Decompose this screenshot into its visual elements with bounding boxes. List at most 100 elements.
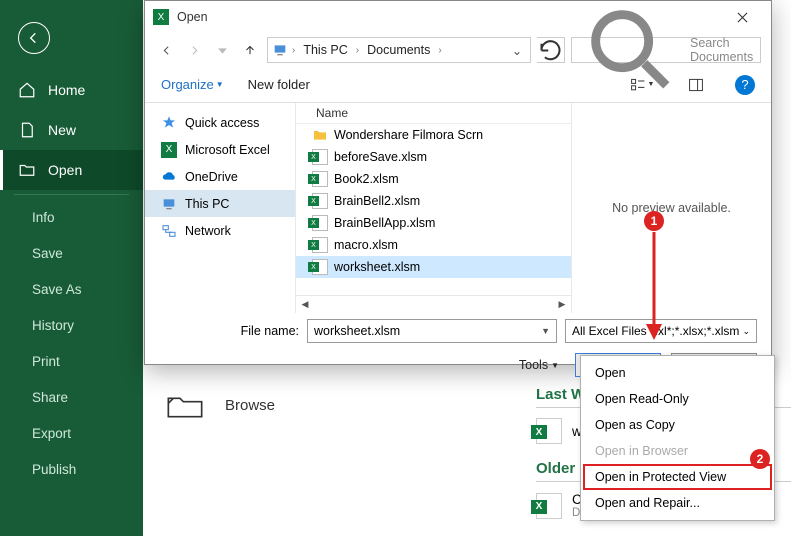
- menu-item[interactable]: Open as Copy: [583, 412, 772, 438]
- nav-up-button[interactable]: [239, 39, 261, 61]
- annotation-marker-1: 1: [644, 211, 664, 231]
- sidebar-item-open[interactable]: Open: [0, 150, 143, 190]
- excel-icon: X: [161, 142, 177, 158]
- backstage-sidebar: Home New Open Info Save Save As History …: [0, 0, 143, 536]
- preview-message: No preview available.: [612, 201, 731, 215]
- sidebar-item-info[interactable]: Info: [0, 199, 143, 235]
- file-name: beforeSave.xlsm: [334, 150, 427, 164]
- sidebar-item-new[interactable]: New: [0, 110, 143, 150]
- file-name: worksheet.xlsm: [334, 260, 420, 274]
- xlsm-file-icon: X: [312, 193, 328, 209]
- file-name: BrainBell2.xlsm: [334, 194, 420, 208]
- breadcrumb-bar[interactable]: › This PC › Documents › ⌄: [267, 37, 531, 63]
- nav-this-pc[interactable]: This PC: [145, 190, 295, 217]
- sidebar-item-print[interactable]: Print: [0, 343, 143, 379]
- sidebar-item-home[interactable]: Home: [0, 70, 143, 110]
- chevron-down-icon: ▼: [216, 80, 224, 89]
- excel-file-icon: [536, 493, 562, 519]
- breadcrumb-dropdown[interactable]: ⌄: [508, 43, 526, 58]
- filename-input[interactable]: worksheet.xlsm ▼: [307, 319, 557, 343]
- preview-pane-button[interactable]: [681, 73, 711, 97]
- xlsm-file-icon: X: [312, 237, 328, 253]
- scroll-right-button[interactable]: ▶: [553, 297, 571, 313]
- filename-row: File name: worksheet.xlsm ▼ All Excel Fi…: [159, 319, 757, 343]
- column-header-name[interactable]: Name: [296, 103, 571, 124]
- nav-recent-dropdown[interactable]: [211, 39, 233, 61]
- refresh-button[interactable]: [537, 37, 565, 63]
- sidebar-divider: [14, 194, 129, 195]
- sidebar-item-label: Open: [48, 162, 82, 178]
- nav-back-button[interactable]: [155, 39, 177, 61]
- preview-pane: No preview available.: [571, 103, 771, 313]
- filename-label: File name:: [159, 324, 299, 338]
- nav-excel[interactable]: XMicrosoft Excel: [145, 136, 295, 163]
- file-list: Name Wondershare Filmora Scrn XbeforeSave…: [295, 103, 571, 313]
- view-mode-button[interactable]: ▼: [627, 73, 657, 97]
- file-row[interactable]: X BrainBellApp.xlsm: [296, 212, 571, 234]
- dialog-body: Quick access XMicrosoft Excel OneDrive T…: [145, 103, 771, 313]
- search-placeholder: Search Documents: [690, 36, 754, 64]
- xlsm-file-icon: X: [312, 215, 328, 231]
- menu-item[interactable]: Open: [583, 360, 772, 386]
- folder-icon: [312, 127, 328, 143]
- open-dialog: X Open › This PC › Documents › ⌄ Search …: [144, 0, 772, 365]
- network-icon: [161, 223, 177, 239]
- chevron-down-icon[interactable]: ⌄: [742, 326, 750, 337]
- file-row[interactable]: Xmacro.xlsm: [296, 234, 571, 256]
- file-row[interactable]: Wondershare Filmora Scrn: [296, 124, 571, 146]
- pc-icon: [272, 42, 288, 58]
- sidebar-item-publish[interactable]: Publish: [0, 451, 143, 487]
- sidebar-item-export[interactable]: Export: [0, 415, 143, 451]
- organize-menu[interactable]: Organize▼: [161, 77, 224, 92]
- sidebar-item-history[interactable]: History: [0, 307, 143, 343]
- xlsm-file-icon: X: [312, 171, 328, 187]
- menu-item[interactable]: Open and Repair...: [583, 490, 772, 516]
- breadcrumb-seg[interactable]: Documents: [363, 43, 434, 57]
- nav-onedrive[interactable]: OneDrive: [145, 163, 295, 190]
- back-button[interactable]: [18, 22, 50, 54]
- menu-item: Open in Browser: [583, 438, 772, 464]
- dialog-title: Open: [177, 10, 208, 24]
- xlsm-file-icon: X: [312, 149, 328, 165]
- chevron-right-icon: ›: [438, 45, 441, 56]
- sidebar-item-label: Home: [48, 82, 85, 98]
- open-dropdown-menu: OpenOpen Read-OnlyOpen as CopyOpen in Br…: [580, 355, 775, 521]
- address-bar: › This PC › Documents › ⌄ Search Documen…: [145, 33, 771, 67]
- menu-item[interactable]: Open in Protected View: [583, 464, 772, 490]
- annotation-marker-2: 2: [750, 449, 770, 469]
- file-row[interactable]: X BrainBell2.xlsm: [296, 190, 571, 212]
- close-button[interactable]: [721, 3, 763, 31]
- h-scrollbar[interactable]: ◀ ▶: [296, 295, 571, 313]
- file-name: Wondershare Filmora Scrn: [334, 128, 483, 142]
- file-row[interactable]: Xworksheet.xlsm: [296, 256, 571, 278]
- breadcrumb-seg[interactable]: This PC: [299, 43, 351, 57]
- scroll-left-button[interactable]: ◀: [296, 297, 314, 313]
- nav-network[interactable]: Network: [145, 217, 295, 244]
- sidebar-item-label: New: [48, 122, 76, 138]
- file-name: Book2.xlsm: [334, 172, 399, 186]
- nav-tree: Quick access XMicrosoft Excel OneDrive T…: [145, 103, 295, 313]
- new-folder-button[interactable]: New folder: [248, 77, 310, 92]
- file-name: BrainBellApp.xlsm: [334, 216, 435, 230]
- file-row[interactable]: X Book2.xlsm: [296, 168, 571, 190]
- chevron-right-icon: ›: [292, 45, 295, 56]
- sidebar-item-save[interactable]: Save: [0, 235, 143, 271]
- tools-menu[interactable]: Tools▼: [519, 358, 559, 372]
- annotation-arrow: [645, 232, 663, 342]
- excel-file-icon: [536, 418, 562, 444]
- excel-app-icon: X: [153, 9, 169, 25]
- sidebar-item-saveas[interactable]: Save As: [0, 271, 143, 307]
- menu-item[interactable]: Open Read-Only: [583, 386, 772, 412]
- nav-quick-access[interactable]: Quick access: [145, 109, 295, 136]
- chevron-down-icon: ▼: [551, 361, 559, 370]
- cloud-icon: [161, 169, 177, 185]
- help-button[interactable]: ?: [735, 75, 755, 95]
- sidebar-item-share[interactable]: Share: [0, 379, 143, 415]
- chevron-right-icon: ›: [356, 45, 359, 56]
- chevron-down-icon[interactable]: ▼: [541, 326, 550, 336]
- xlsm-file-icon: X: [312, 259, 328, 275]
- file-name: macro.xlsm: [334, 238, 398, 252]
- search-input[interactable]: Search Documents: [571, 37, 761, 63]
- browse-location[interactable]: Browse: [165, 390, 275, 420]
- file-row[interactable]: XbeforeSave.xlsm: [296, 146, 571, 168]
